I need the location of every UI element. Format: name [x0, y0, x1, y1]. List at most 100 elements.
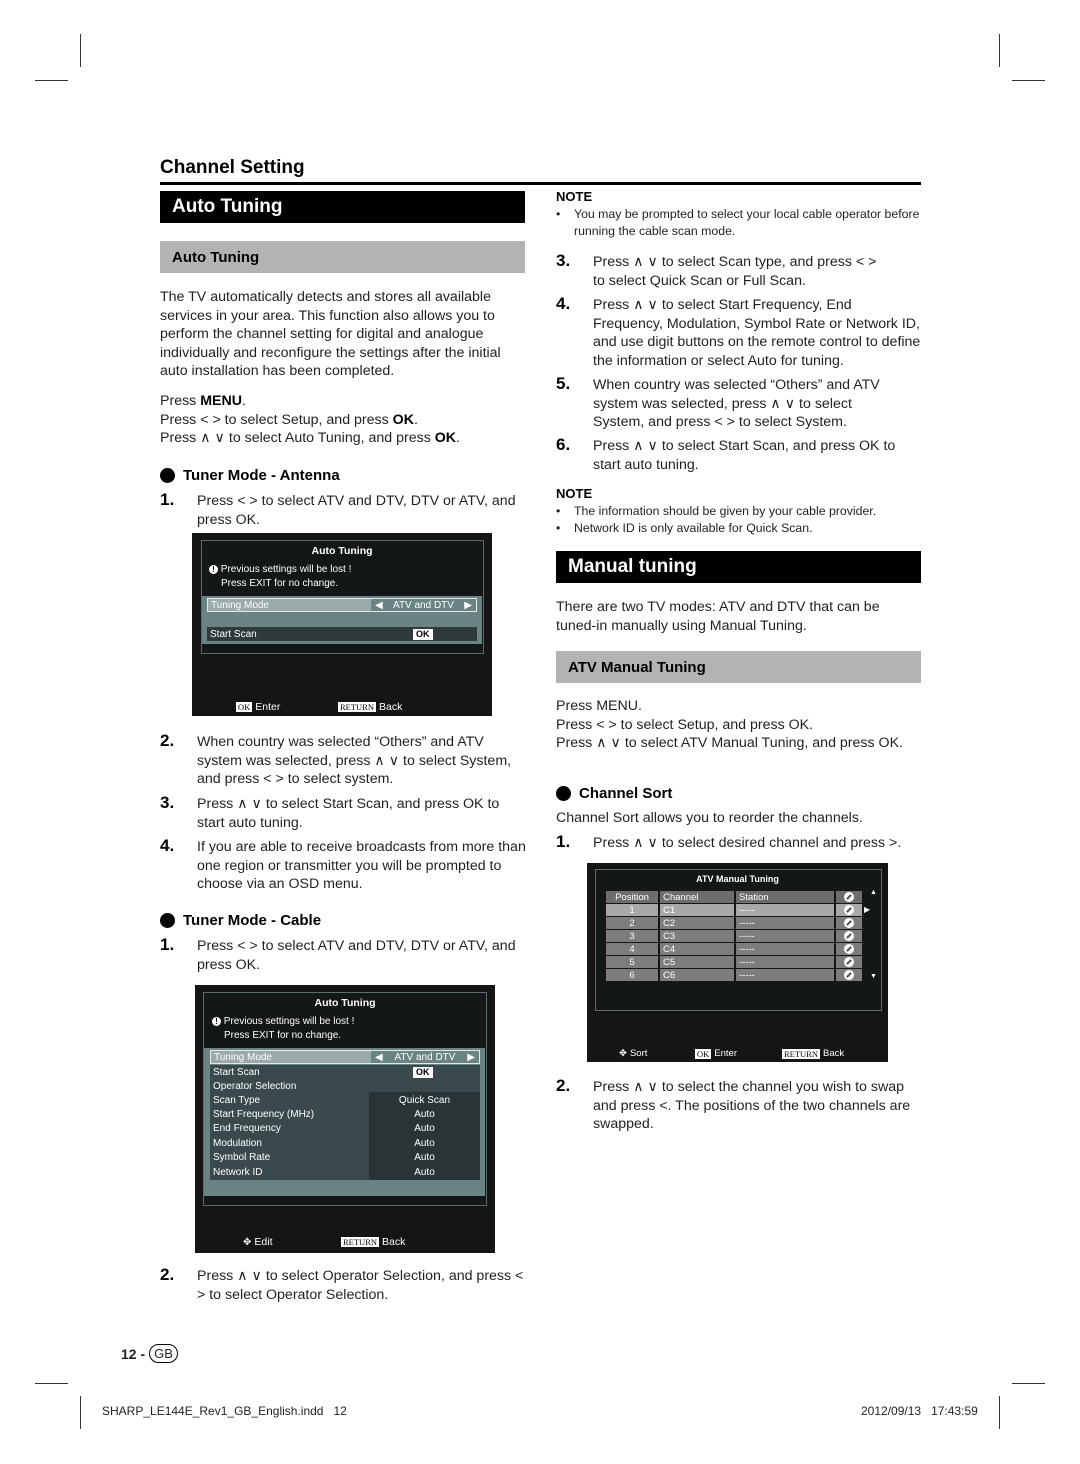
cell-channel[interactable]: C2 — [660, 917, 734, 929]
cell-skip[interactable] — [836, 917, 862, 929]
osd-row-tuning-mode[interactable]: Tuning Mode ◀ ATV and DTV ▶ — [210, 1050, 480, 1064]
press-lr-line: Press < > to select Setup, and press OK. — [160, 411, 418, 428]
skip-icon[interactable] — [844, 905, 854, 915]
osd-row-operator[interactable]: Operator Selection — [213, 1079, 477, 1093]
osd-footer-edit: ✥ Edit — [243, 1236, 273, 1248]
osd-row-start-scan[interactable]: Start Scan OK — [213, 1065, 477, 1079]
arrow-left-icon[interactable]: ◀ — [375, 600, 383, 611]
navigation-cross-icon: ✥ — [619, 1048, 627, 1059]
cell-position[interactable]: 3 — [606, 930, 658, 942]
cell-position[interactable]: 1 — [606, 904, 658, 916]
warning-icon: ! — [212, 1017, 221, 1026]
antenna-heading: Tuner Mode - Antenna — [160, 467, 340, 484]
osd-row-start-scan[interactable]: Start Scan OK — [207, 627, 477, 641]
arrow-right-icon[interactable]: ▶ — [464, 600, 472, 611]
ok-key[interactable]: OK — [413, 628, 433, 640]
cell-station[interactable]: ----- — [736, 969, 834, 981]
cable-step-5: 5. When country was selected “Others” an… — [556, 374, 880, 430]
col-header-skip — [836, 891, 862, 903]
note-item: • You may be prompted to select your loca… — [556, 207, 920, 238]
skip-icon[interactable] — [844, 957, 854, 967]
note-item: • Network ID is only available for Quick … — [556, 521, 813, 535]
crop-mark — [35, 1383, 68, 1384]
warning-icon: ! — [209, 565, 218, 574]
cell-position[interactable]: 2 — [606, 917, 658, 929]
osd-row-symbol-rate[interactable]: Symbol Rate Auto — [213, 1150, 477, 1164]
osd-footer-back: RETURN Back — [338, 701, 403, 713]
skip-icon[interactable] — [844, 944, 854, 954]
osd-row-start-frequency[interactable]: Start Frequency (MHz) Auto — [213, 1107, 477, 1121]
osd-row-tuning-mode[interactable]: Tuning Mode ◀ ATV and DTV ▶ — [207, 598, 477, 612]
press-lr-line: Press < > to select Setup, and press OK. — [556, 716, 814, 733]
osd-title: Auto Tuning — [314, 997, 376, 1009]
press-ud-line: Press ∧ ∨ to select Auto Tuning, and pre… — [160, 430, 460, 446]
up-down-icon: ∧ ∨ — [200, 430, 225, 446]
cell-skip[interactable] — [836, 943, 862, 955]
gb-badge: GB — [149, 1344, 178, 1363]
auto-tuning-subbar: Auto Tuning — [160, 241, 525, 273]
cable-step-4: 4. Press ∧ ∨ to select Start Frequency, … — [556, 294, 921, 369]
skip-icon[interactable] — [844, 931, 854, 941]
manual-tuning-instructions: Press MENU. Press < > to select Setup, a… — [556, 697, 921, 753]
osd-footer-back: RETURN Back — [782, 1048, 845, 1059]
note-item: • The information should be given by your… — [556, 504, 877, 518]
press-menu-line: Press MENU. — [556, 698, 642, 714]
cell-station[interactable]: ----- — [736, 943, 834, 955]
sort-step-1: 1. Press ∧ ∨ to select desired channel a… — [556, 832, 902, 851]
cell-skip[interactable] — [836, 969, 862, 981]
cell-skip[interactable] — [836, 956, 862, 968]
navigation-cross-icon: ✥ — [243, 1236, 252, 1248]
osd-row-end-frequency[interactable]: End Frequency Auto — [213, 1121, 477, 1135]
bullet-icon — [556, 786, 571, 801]
bullet-icon — [160, 468, 175, 483]
bullet-icon — [160, 913, 175, 928]
manual-tuning-intro: There are two TV modes: ATV and DTV that… — [556, 599, 880, 634]
osd-auto-tuning-antenna: Auto Tuning ! Previous settings will be … — [192, 533, 492, 716]
auto-tuning-intro: The TV automatically detects and stores … — [160, 289, 501, 379]
crop-mark — [999, 34, 1000, 67]
note-heading: NOTE — [556, 189, 593, 204]
cell-position[interactable]: 4 — [606, 943, 658, 955]
osd-row-network-id[interactable]: Network ID Auto — [213, 1165, 477, 1179]
osd-title: ATV Manual Tuning — [696, 874, 779, 884]
cable-step-2: 2. Press ∧ ∨ to select Operator Selectio… — [160, 1265, 524, 1303]
cell-position[interactable]: 6 — [606, 969, 658, 981]
skip-icon[interactable] — [844, 918, 854, 928]
osd-row-scan-type[interactable]: Scan Type Quick Scan — [213, 1093, 477, 1107]
scroll-up-icon[interactable]: ▲ — [870, 889, 877, 896]
cell-station[interactable]: ----- — [736, 956, 834, 968]
col-header: Position — [606, 891, 658, 903]
osd-footer-enter: OK Enter — [695, 1048, 737, 1059]
channel-sort-heading: Channel Sort — [556, 785, 672, 802]
manual-tuning-bar: Manual tuning — [556, 551, 921, 583]
section-rule — [160, 182, 921, 185]
ok-key[interactable]: OK — [413, 1066, 433, 1078]
cell-channel[interactable]: C6 — [660, 969, 734, 981]
cell-position[interactable]: 5 — [606, 956, 658, 968]
crop-mark — [80, 34, 81, 67]
cell-skip[interactable] — [836, 930, 862, 942]
cell-station[interactable]: ----- — [736, 930, 834, 942]
page-number: 12 - GB — [121, 1344, 178, 1363]
cell-skip[interactable] — [836, 904, 862, 916]
osd-row-modulation[interactable]: Modulation Auto — [213, 1136, 477, 1150]
arrow-right-icon[interactable]: ▶ — [467, 1052, 475, 1063]
arrow-left-icon[interactable]: ◀ — [375, 1052, 383, 1063]
cell-channel[interactable]: C4 — [660, 943, 734, 955]
cell-channel[interactable]: C5 — [660, 956, 734, 968]
cable-step-1: 1. Press < > to select ATV and DTV, DTV … — [160, 935, 516, 973]
cell-channel[interactable]: C3 — [660, 930, 734, 942]
auto-tuning-bar: Auto Tuning — [160, 191, 525, 223]
atv-manual-tuning-subbar: ATV Manual Tuning — [556, 651, 921, 683]
note-heading: NOTE — [556, 486, 593, 501]
scroll-down-icon[interactable]: ▼ — [870, 973, 877, 980]
crop-mark — [35, 80, 68, 81]
osd-footer-back: RETURN Back — [341, 1236, 406, 1248]
skip-icon[interactable] — [844, 970, 854, 980]
cell-station[interactable]: ----- — [736, 917, 834, 929]
crop-mark — [1012, 1383, 1045, 1384]
cell-station[interactable]: ----- — [736, 904, 834, 916]
cell-channel[interactable]: C1 — [660, 904, 734, 916]
arrow-right-icon[interactable]: ▶ — [864, 905, 870, 914]
section-title: Channel Setting — [160, 157, 305, 178]
